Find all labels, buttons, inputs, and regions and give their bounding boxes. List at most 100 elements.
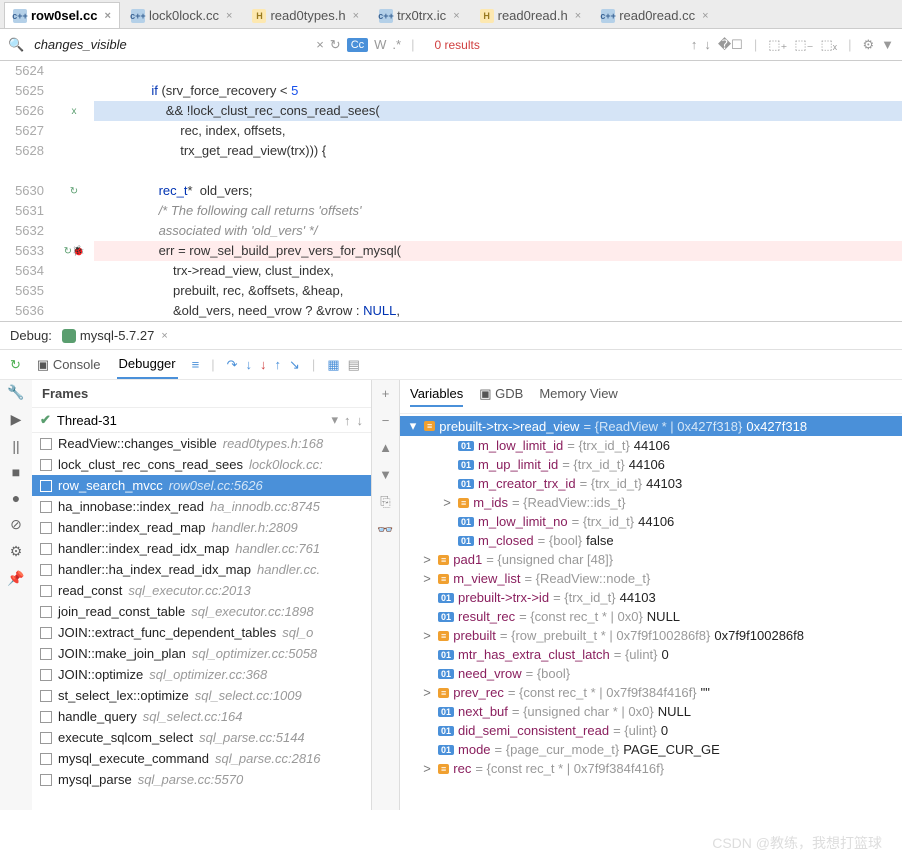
thread-input[interactable] xyxy=(57,413,326,428)
variables-list[interactable]: ▾≡ prebuilt->trx->read_view = {ReadView … xyxy=(400,414,902,810)
add-watch-icon[interactable]: + xyxy=(382,386,390,401)
stack-frame[interactable]: read_const sql_executor.cc:2013 xyxy=(32,580,371,601)
run-config[interactable]: mysql-5.7.27 × xyxy=(62,328,168,343)
expand-icon[interactable]: > xyxy=(440,495,454,510)
expand-icon[interactable]: > xyxy=(420,552,434,567)
editor-tab[interactable]: c++lock0lock.cc× xyxy=(122,2,242,28)
glasses-icon[interactable]: 👓 xyxy=(377,522,393,538)
close-tab-icon[interactable]: × xyxy=(702,10,708,22)
variable-row[interactable]: >≡ prebuilt = {row_prebuilt_t * | 0x7f9f… xyxy=(400,626,902,645)
refresh-icon[interactable]: ↻ xyxy=(330,37,341,53)
show-exec-icon[interactable]: ≡ xyxy=(192,357,200,372)
stack-frame[interactable]: execute_sqlcom_select sql_parse.cc:5144 xyxy=(32,727,371,748)
stack-frame[interactable]: join_read_const_table sql_executor.cc:18… xyxy=(32,601,371,622)
next-result-icon[interactable]: ↓ xyxy=(704,37,711,52)
clear-search-icon[interactable]: × xyxy=(316,37,324,52)
expand-icon[interactable]: ▾ xyxy=(406,418,420,434)
prev-frame-icon[interactable]: ↑ xyxy=(344,413,351,428)
pin-icon[interactable]: 📌 xyxy=(7,570,24,587)
search-input[interactable] xyxy=(30,33,310,56)
variable-row[interactable]: 01 m_up_limit_id = {trx_id_t} 44106 xyxy=(400,455,902,474)
stack-frame[interactable]: handler::index_read_map handler.h:2809 xyxy=(32,517,371,538)
evaluate-icon[interactable]: ▦ xyxy=(327,357,339,373)
variable-row[interactable]: 01 next_buf = {unsigned char * | 0x0} NU… xyxy=(400,702,902,721)
variable-row[interactable]: ▾≡ prebuilt->trx->read_view = {ReadView … xyxy=(400,416,902,436)
stack-frame[interactable]: mysql_execute_command sql_parse.cc:2816 xyxy=(32,748,371,769)
variable-row[interactable]: >≡ prev_rec = {const rec_t * | 0x7f9f384… xyxy=(400,683,902,702)
view-breakpoints-icon[interactable]: ● xyxy=(12,490,20,506)
close-tab-icon[interactable]: × xyxy=(575,10,581,22)
variable-row[interactable]: 01 m_low_limit_id = {trx_id_t} 44106 xyxy=(400,436,902,455)
step-out-icon[interactable]: ↑ xyxy=(275,357,282,372)
stack-frame[interactable]: st_select_lex::optimize sql_select.cc:10… xyxy=(32,685,371,706)
regex-toggle[interactable]: .* xyxy=(392,37,401,52)
close-tab-icon[interactable]: × xyxy=(453,10,459,22)
variable-row[interactable]: 01 did_semi_consistent_read = {ulint} 0 xyxy=(400,721,902,740)
variable-row[interactable]: >≡ pad1 = {unsigned char [48]} xyxy=(400,550,902,569)
down-icon[interactable]: ▼ xyxy=(379,467,392,482)
variables-tab[interactable]: Variables xyxy=(410,386,463,407)
step-into-icon[interactable]: ↓ xyxy=(246,357,253,372)
variable-row[interactable]: 01 result_rec = {const rec_t * | 0x0} NU… xyxy=(400,607,902,626)
expand-icon[interactable]: > xyxy=(420,628,434,643)
stack-frame[interactable]: handler::ha_index_read_idx_map handler.c… xyxy=(32,559,371,580)
mute-breakpoints-icon[interactable]: ⊘ xyxy=(10,516,22,533)
code-editor[interactable]: 5624562556265627562856305631563256335634… xyxy=(0,61,902,321)
editor-tab[interactable]: Hread0types.h× xyxy=(243,2,368,28)
stack-frame[interactable]: JOIN::extract_func_dependent_tables sql_… xyxy=(32,622,371,643)
expand-icon[interactable]: > xyxy=(420,761,434,776)
code-content[interactable]: if (srv_force_recovery < 5 && !lock_clus… xyxy=(94,61,902,321)
filter-icon[interactable]: ▼ xyxy=(881,37,894,52)
step-over-icon[interactable]: ↷ xyxy=(227,357,238,373)
rerun-icon[interactable]: ↻ xyxy=(10,357,21,373)
select-all-icon[interactable]: �☐ xyxy=(718,37,743,53)
variable-row[interactable]: 01 need_vrow = {bool} xyxy=(400,664,902,683)
force-step-icon[interactable]: ↓ xyxy=(260,357,267,372)
variable-row[interactable]: 01 mtr_has_extra_clust_latch = {ulint} 0 xyxy=(400,645,902,664)
stack-frame[interactable]: handler::index_read_idx_map handler.cc:7… xyxy=(32,538,371,559)
editor-tab[interactable]: c++read0read.cc× xyxy=(592,2,717,28)
add-selection-icon[interactable]: ⬚₊ xyxy=(768,37,787,53)
stack-frame[interactable]: JOIN::optimize sql_optimizer.cc:368 xyxy=(32,664,371,685)
variable-row[interactable]: >≡ rec = {const rec_t * | 0x7f9f384f416f… xyxy=(400,759,902,778)
editor-tab[interactable]: c++row0sel.cc× xyxy=(4,2,120,28)
stop-icon[interactable]: ■ xyxy=(12,464,20,480)
next-frame-icon[interactable]: ↓ xyxy=(357,413,364,428)
variable-row[interactable]: 01 m_creator_trx_id = {trx_id_t} 44103 xyxy=(400,474,902,493)
dropdown-icon[interactable]: ▾ xyxy=(331,412,338,428)
variable-row[interactable]: >≡ m_ids = {ReadView::ids_t} xyxy=(400,493,902,512)
copy-icon[interactable]: ⎘ xyxy=(380,494,390,510)
console-tab[interactable]: ▣ Console xyxy=(35,351,103,379)
stack-frame[interactable]: row_search_mvcc row0sel.cc:5626 xyxy=(32,475,371,496)
close-icon[interactable]: × xyxy=(161,330,167,342)
words-toggle[interactable]: W xyxy=(374,37,386,52)
gear-icon[interactable]: ⚙ xyxy=(10,543,23,560)
stack-frame[interactable]: JOIN::make_join_plan sql_optimizer.cc:50… xyxy=(32,643,371,664)
variable-row[interactable]: 01 m_closed = {bool} false xyxy=(400,531,902,550)
more-icon[interactable]: ▤ xyxy=(348,357,360,373)
remove-watch-icon[interactable]: − xyxy=(382,413,390,428)
stack-frame[interactable]: handle_query sql_select.cc:164 xyxy=(32,706,371,727)
editor-tab[interactable]: c++trx0trx.ic× xyxy=(370,2,469,28)
close-tab-icon[interactable]: × xyxy=(353,10,359,22)
variable-row[interactable]: 01 prebuilt->trx->id = {trx_id_t} 44103 xyxy=(400,588,902,607)
variable-row[interactable]: 01 m_low_limit_no = {trx_id_t} 44106 xyxy=(400,512,902,531)
close-tab-icon[interactable]: × xyxy=(226,10,232,22)
prev-result-icon[interactable]: ↑ xyxy=(691,37,698,52)
expand-icon[interactable]: > xyxy=(420,685,434,700)
up-icon[interactable]: ▲ xyxy=(379,440,392,455)
remove-selection-icon[interactable]: ⬚₋ xyxy=(794,37,813,53)
resume-icon[interactable]: ▶ xyxy=(11,411,22,428)
thread-selector[interactable]: ✔ ▾ ↑ ↓ xyxy=(32,408,371,433)
settings-wrench-icon[interactable]: 🔧 xyxy=(7,384,24,401)
pause-icon[interactable]: || xyxy=(12,438,19,454)
debugger-tab[interactable]: Debugger xyxy=(117,350,178,379)
match-case-toggle[interactable]: Cc xyxy=(347,38,368,52)
stack-frame[interactable]: ReadView::changes_visible read0types.h:1… xyxy=(32,433,371,454)
close-tab-icon[interactable]: × xyxy=(105,10,111,22)
frames-list[interactable]: ReadView::changes_visible read0types.h:1… xyxy=(32,433,371,810)
expand-icon[interactable]: ⬚ₓ xyxy=(821,37,838,53)
expand-icon[interactable]: > xyxy=(420,571,434,586)
stack-frame[interactable]: ha_innobase::index_read ha_innodb.cc:874… xyxy=(32,496,371,517)
variable-row[interactable]: >≡ m_view_list = {ReadView::node_t} xyxy=(400,569,902,588)
